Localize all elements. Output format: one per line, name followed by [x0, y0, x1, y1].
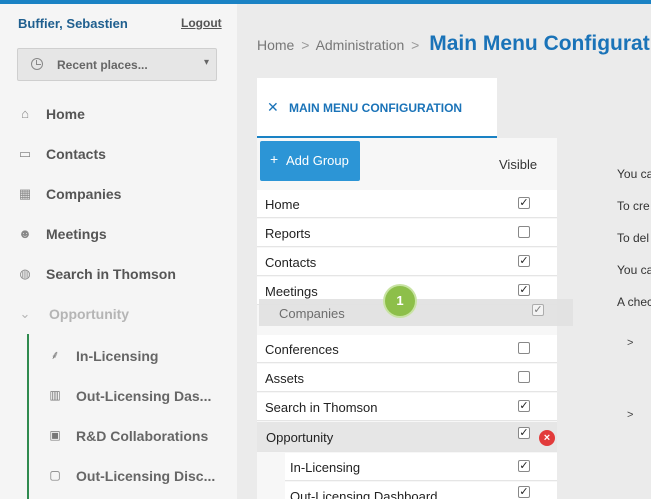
sidebar-item-label: Meetings [46, 226, 107, 242]
breadcrumb-separator: > [301, 37, 310, 53]
people-icon: ☻ [18, 226, 32, 241]
visible-checkbox[interactable]: ✓ [518, 486, 530, 498]
help-text-line: You ca [617, 167, 651, 181]
contacts-icon: ▭ [18, 146, 32, 161]
menu-row-label: Search in Thomson [265, 400, 378, 415]
tab-label: MAIN MENU CONFIGURATION [289, 101, 463, 115]
visible-checkbox[interactable]: ✓ [518, 460, 530, 472]
chevron-down-icon: ▾ [204, 57, 210, 68]
visible-checkbox[interactable]: ✓ [518, 400, 530, 412]
add-group-label: Add Group [286, 153, 349, 168]
chevron-right-icon[interactable]: > [627, 409, 633, 421]
remove-icon[interactable]: × [539, 430, 555, 446]
hierarchy-icon: ⸙ [50, 348, 60, 362]
menu-row-search-thomson[interactable]: Search in Thomson ✓ [257, 393, 557, 421]
help-text-line: You ca [617, 263, 651, 277]
menu-row-label: Companies [279, 306, 345, 321]
visible-column-header: Visible [499, 157, 538, 172]
help-text-line: To cre [617, 199, 650, 213]
menu-row-conferences[interactable]: Conferences [257, 335, 557, 363]
help-text-line: A chec [617, 295, 651, 309]
sidebar-subitem-out-licensing-dashboard[interactable]: ▥ Out-Licensing Das... [0, 376, 237, 416]
visible-checkbox[interactable]: ✓ [518, 255, 530, 267]
breadcrumb-administration[interactable]: Administration [316, 37, 405, 53]
sidebar-subitem-label: Out-Licensing Disc... [76, 468, 216, 484]
menu-row-label: Reports [265, 226, 311, 241]
breadcrumb-home[interactable]: Home [257, 37, 294, 53]
sidebar-item-contacts[interactable]: ▭ Contacts [0, 135, 237, 175]
menu-row-assets[interactable]: Assets [257, 364, 557, 392]
visible-checkbox[interactable]: ✓ [518, 197, 530, 209]
sidebar-subitem-label: Out-Licensing Das... [76, 388, 212, 404]
visible-checkbox[interactable]: ✓ [532, 304, 544, 316]
help-text-line: To del [617, 231, 650, 245]
visible-checkbox[interactable]: ✓ [518, 427, 530, 439]
recent-places-dropdown[interactable]: Recent places... ▾ [17, 48, 217, 81]
clock-icon [31, 58, 43, 70]
logout-link[interactable]: Logout [181, 16, 222, 30]
visible-checkbox[interactable] [518, 371, 530, 383]
visible-checkbox[interactable] [518, 226, 530, 238]
menu-row-home[interactable]: Home ✓ [257, 190, 557, 218]
sidebar-subitem-out-licensing-disc[interactable]: ▢ Out-Licensing Disc... [0, 456, 237, 496]
grid-icon: ▣ [49, 428, 61, 442]
building-icon: ▦ [18, 186, 32, 201]
menu-row-contacts[interactable]: Contacts ✓ [257, 248, 557, 276]
sidebar-item-label: Home [46, 106, 85, 122]
chat-icon: ▢ [49, 468, 61, 482]
breadcrumb-separator: > [411, 37, 420, 53]
menu-row-label: Home [265, 197, 300, 212]
home-icon: ⌂ [21, 106, 29, 121]
menu-row-label: In-Licensing [290, 460, 361, 475]
sidebar-item-label: Contacts [46, 146, 106, 162]
menu-row-out-licensing-dashboard[interactable]: Out-Licensing Dashboard ✓ [285, 482, 557, 499]
visible-checkbox[interactable]: ✓ [518, 284, 530, 296]
menu-row-label: Assets [265, 371, 305, 386]
sidebar-item-companies[interactable]: ▦ Companies [0, 175, 237, 215]
sidebar-subitem-label: In-Licensing [76, 348, 159, 364]
chevron-right-icon[interactable]: > [627, 337, 633, 349]
step-badge: 1 [385, 286, 415, 316]
add-group-button[interactable]: + Add Group [260, 141, 360, 181]
menu-row-opportunity[interactable]: Opportunity ✓ [257, 422, 557, 452]
globe-icon: ◍ [19, 266, 31, 281]
plus-icon: + [270, 151, 279, 167]
sidebar-item-label: Search in Thomson [46, 266, 176, 282]
recent-places-label: Recent places... [57, 58, 148, 72]
sidebar-item-label: Opportunity [49, 306, 130, 322]
page-title: Main Menu Configuration [429, 32, 651, 55]
sidebar-item-label: Companies [46, 186, 122, 202]
menu-row-in-licensing[interactable]: In-Licensing ✓ [285, 453, 557, 481]
menu-row-label: Contacts [265, 255, 317, 270]
sidebar-item-opportunity[interactable]: ⌄ Opportunity [0, 295, 237, 335]
sidebar-subitem-label: R&D Collaborations [76, 428, 209, 444]
tab-main-menu-configuration[interactable]: ✕ MAIN MENU CONFIGURATION [257, 78, 497, 138]
menu-row-label: Out-Licensing Dashboard [290, 489, 438, 499]
visible-checkbox[interactable] [518, 342, 530, 354]
sidebar-item-search-thomson[interactable]: ◍ Search in Thomson [0, 255, 237, 295]
chevron-down-icon: ⌄ [19, 306, 31, 321]
menu-row-reports[interactable]: Reports [257, 219, 557, 247]
sidebar-item-home[interactable]: ⌂ Home [0, 95, 237, 135]
user-name: Buffier, Sebastien [18, 16, 128, 31]
sidebar-subitem-in-licensing[interactable]: ⸙ In-Licensing [0, 336, 237, 376]
dragging-row-companies[interactable]: Companies ✓ [259, 299, 573, 326]
breadcrumb: Home > Administration > Main Menu Config… [257, 32, 651, 56]
tools-icon: ✕ [267, 99, 279, 115]
chart-icon: ▥ [49, 388, 61, 402]
menu-row-label: Conferences [265, 342, 339, 357]
sidebar-subitem-rd-collaborations[interactable]: ▣ R&D Collaborations [0, 416, 237, 456]
menu-row-label: Meetings [265, 284, 318, 299]
menu-row-label: Opportunity [266, 430, 334, 445]
sidebar-item-meetings[interactable]: ☻ Meetings [0, 215, 237, 255]
